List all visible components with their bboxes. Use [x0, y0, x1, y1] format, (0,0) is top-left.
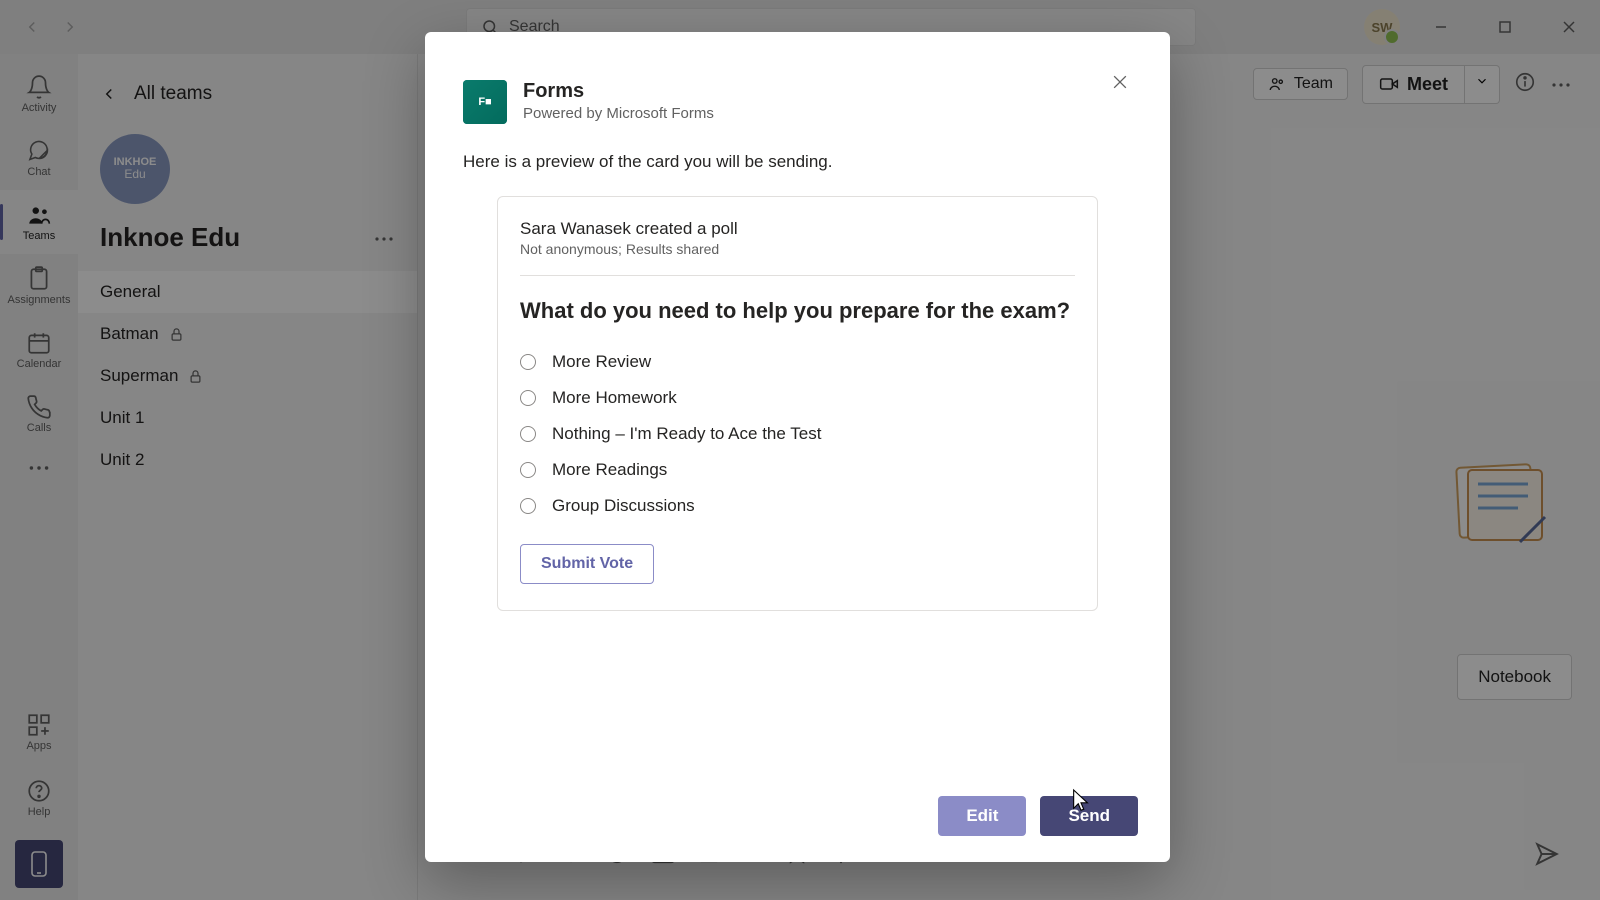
radio-icon	[520, 498, 536, 514]
edit-button[interactable]: Edit	[938, 796, 1026, 836]
close-icon	[1110, 72, 1130, 92]
modal-title: Forms	[523, 80, 714, 103]
poll-option-label: More Readings	[552, 460, 667, 480]
radio-icon	[520, 426, 536, 442]
poll-option-label: Nothing – I'm Ready to Ace the Test	[552, 424, 821, 444]
radio-icon	[520, 354, 536, 370]
poll-option-label: Group Discussions	[552, 496, 695, 516]
close-button[interactable]	[1104, 66, 1136, 98]
radio-icon	[520, 390, 536, 406]
poll-option[interactable]: Group Discussions	[520, 488, 1075, 524]
poll-option-label: More Homework	[552, 388, 677, 408]
submit-vote-button[interactable]: Submit Vote	[520, 544, 654, 584]
modal-subtitle: Powered by Microsoft Forms	[523, 105, 714, 122]
poll-option[interactable]: More Homework	[520, 380, 1075, 416]
poll-option[interactable]: More Review	[520, 344, 1075, 380]
poll-option-label: More Review	[552, 352, 651, 372]
poll-meta: Not anonymous; Results shared	[520, 241, 1075, 257]
poll-option[interactable]: Nothing – I'm Ready to Ace the Test	[520, 416, 1075, 452]
forms-app-icon: F■	[463, 80, 507, 124]
radio-icon	[520, 462, 536, 478]
poll-creator: Sara Wanasek created a poll	[520, 219, 1075, 239]
poll-question: What do you need to help you prepare for…	[520, 296, 1075, 326]
modal-intro: Here is a preview of the card you will b…	[453, 152, 1142, 196]
poll-option[interactable]: More Readings	[520, 452, 1075, 488]
poll-preview-card: Sara Wanasek created a poll Not anonymou…	[497, 196, 1098, 611]
send-button[interactable]: Send	[1040, 796, 1138, 836]
forms-modal: F■ Forms Powered by Microsoft Forms Here…	[425, 32, 1170, 862]
